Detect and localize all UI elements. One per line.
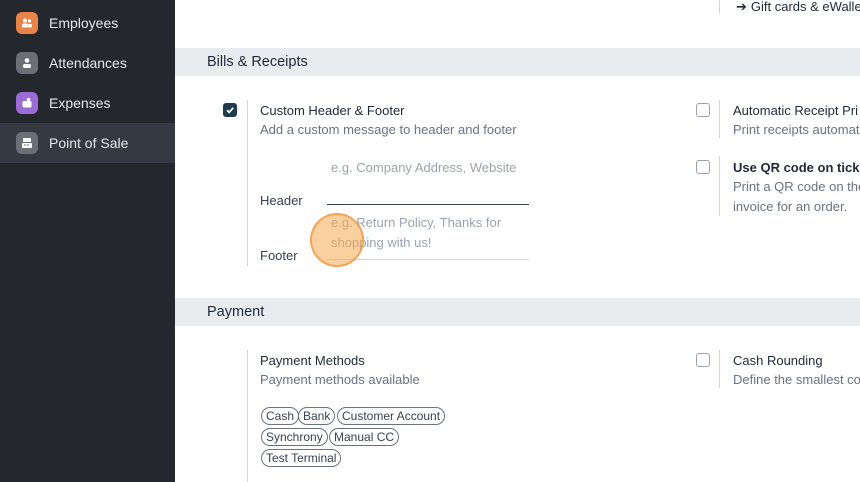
header-input[interactable]: e.g. Company Address, Website: [331, 158, 531, 178]
settings-main: ➔ Gift cards & eWalle Bills & Receipts C…: [175, 0, 860, 482]
app-sidebar: Employees Attendances Expenses Point of …: [0, 0, 175, 482]
expenses-icon: [16, 92, 38, 114]
payment-methods-desc: Payment methods available: [260, 372, 420, 387]
payment-methods-title: Payment Methods: [260, 353, 365, 368]
point-of-sale-icon: [16, 132, 38, 154]
section-header-bills-receipts: Bills & Receipts: [175, 48, 860, 76]
footer-label: Footer: [260, 248, 298, 263]
header-input-underline: [327, 204, 529, 205]
auto-receipt-checkbox[interactable]: [696, 103, 710, 117]
section-title: Bills & Receipts: [207, 54, 308, 70]
payment-method-tag[interactable]: Synchrony: [261, 428, 328, 446]
payment-method-tag[interactable]: Customer Account: [337, 407, 446, 425]
header-label: Header: [260, 193, 303, 208]
sidebar-item-label: Point of Sale: [49, 135, 129, 151]
cash-rounding-desc: Define the smallest co: [733, 372, 860, 387]
sidebar-item-label: Employees: [49, 15, 119, 31]
sidebar-item-expenses[interactable]: Expenses: [0, 83, 175, 123]
auto-receipt-desc: Print receipts automat: [733, 122, 860, 137]
cash-rounding-checkbox[interactable]: [696, 353, 710, 367]
setting-divider: [719, 100, 720, 138]
sidebar-item-label: Attendances: [49, 55, 127, 71]
employees-icon: [16, 12, 38, 34]
payment-method-tag[interactable]: Cash: [261, 407, 300, 425]
sidebar-item-employees[interactable]: Employees: [0, 3, 175, 43]
custom-header-footer-desc: Add a custom message to header and foote…: [260, 122, 517, 137]
gift-cards-label: Gift cards & eWalle: [750, 0, 860, 14]
sidebar-item-point-of-sale[interactable]: Point of Sale: [0, 123, 175, 163]
sidebar-item-label: Expenses: [49, 95, 111, 111]
section-header-payment: Payment: [175, 298, 860, 326]
custom-header-footer-title: Custom Header & Footer: [260, 103, 405, 118]
qr-code-title: Use QR code on ticke: [733, 160, 860, 175]
qr-code-desc-line2: invoice for an order.: [733, 199, 848, 214]
check-icon: [226, 107, 234, 114]
arrow-right-icon: ➔: [736, 0, 747, 14]
custom-header-footer-checkbox[interactable]: [223, 103, 237, 117]
setting-divider: [719, 350, 720, 388]
attendances-icon: [16, 52, 38, 74]
payment-method-tag[interactable]: Manual CC: [329, 428, 400, 446]
gift-cards-link[interactable]: ➔ Gift cards & eWalle: [719, 0, 860, 14]
payment-method-tag[interactable]: Test Terminal: [261, 449, 342, 467]
click-indicator: [310, 213, 364, 267]
cash-rounding-title: Cash Rounding: [733, 353, 823, 368]
setting-divider: [247, 100, 248, 266]
qr-code-desc: Print a QR code on the: [733, 179, 860, 194]
payment-method-tag[interactable]: Bank: [298, 407, 336, 425]
auto-receipt-title: Automatic Receipt Pri: [733, 103, 858, 118]
section-title: Payment: [207, 304, 265, 320]
setting-divider: [247, 350, 248, 482]
qr-code-checkbox[interactable]: [696, 160, 710, 174]
setting-divider: [719, 156, 720, 216]
footer-input-underline: [327, 259, 529, 260]
sidebar-item-attendances[interactable]: Attendances: [0, 43, 175, 83]
